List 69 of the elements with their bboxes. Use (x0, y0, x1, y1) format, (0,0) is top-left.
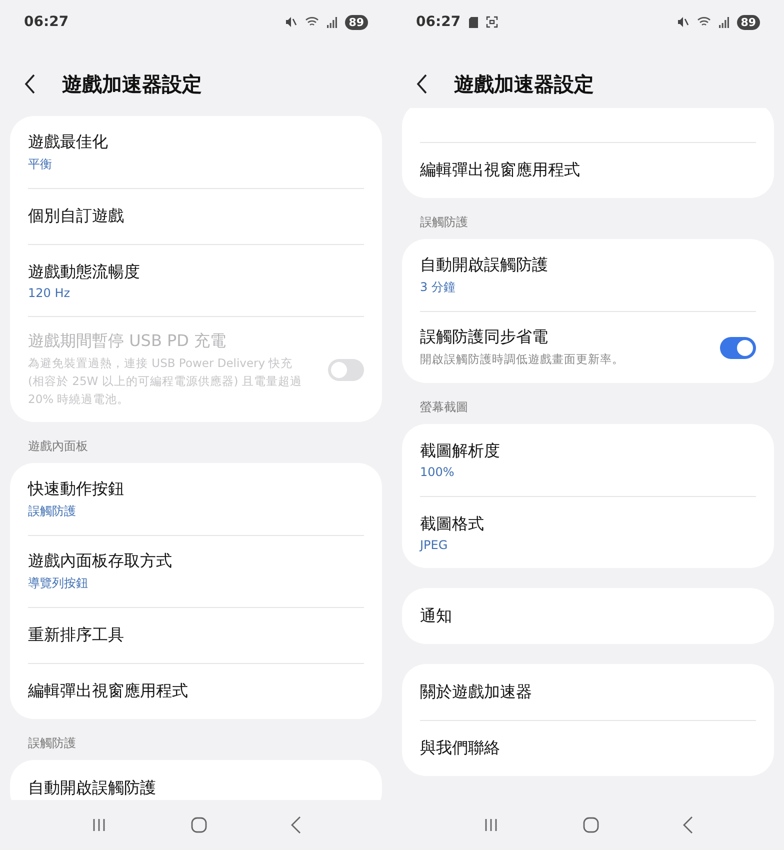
signal-icon (326, 16, 337, 28)
item-description: 為避免裝置過熱，連接 USB Power Delivery 快充 (相容於 25W 以上的可編程電源供應器) 且電量超過 20% 時繞過電池。 (28, 355, 303, 408)
chevron-left-icon (416, 74, 428, 94)
rounded-square-icon (582, 816, 600, 834)
settings-item[interactable]: 遊戲最佳化 平衡 (28, 116, 364, 188)
item-title: 個別自訂遊戲 (28, 206, 125, 227)
signal-icon (718, 16, 729, 28)
rounded-square-icon (190, 816, 208, 834)
item-value: JPEG (420, 538, 449, 552)
sd-card-icon (468, 16, 478, 28)
settings-item[interactable]: 重新排序工具 (28, 607, 364, 664)
settings-item[interactable]: 誤觸防護同步省電 開啟誤觸防護時調低遊戲畫面更新率。 (420, 311, 756, 383)
page-title: 遊戲加速器設定 (454, 70, 594, 98)
mute-icon (284, 16, 297, 28)
settings-item[interactable]: 遊戲動態流暢度 120 Hz (28, 244, 364, 316)
item-title: 通知 (420, 606, 453, 626)
item-title: 遊戲最佳化 (28, 132, 109, 152)
wifi-icon (696, 16, 711, 28)
settings-item[interactable]: 與我們聯絡 (420, 720, 756, 776)
three-lines-icon (91, 817, 108, 833)
item-title: 截圖格式 (420, 514, 485, 534)
settings-item[interactable]: 截圖格式 JPEG (420, 496, 756, 568)
toggle-switch[interactable] (720, 336, 756, 358)
item-title: 遊戲動態流暢度 (28, 262, 141, 282)
status-time: 06:27 (24, 14, 69, 30)
status-time: 06:27 (416, 14, 461, 30)
item-title: 截圖解析度 (420, 441, 501, 462)
item-title: 重新排序工具 (28, 625, 125, 646)
section-label: 螢幕截圖 (419, 399, 469, 416)
battery-level: 89 (736, 14, 760, 30)
item-value: 3 分鐘 (420, 278, 456, 296)
settings-item[interactable]: 自動開啟誤觸防護 3 分鐘 (420, 239, 756, 311)
item-title: 自動開啟誤觸防護 (28, 778, 157, 799)
item-description: 開啟誤觸防護時調低遊戲畫面更新率。 (420, 350, 625, 368)
settings-item[interactable]: 遊戲內面板存取方式 導覽列按鈕 (28, 535, 364, 608)
item-title: 遊戲期間暫停 USB PD 充電 (28, 331, 228, 352)
item-value: 導覽列按鈕 (28, 575, 89, 592)
settings-item[interactable]: 編輯彈出視窗應用程式 (420, 142, 756, 198)
three-lines-icon (483, 817, 500, 833)
section-label: 遊戲內面板 (27, 438, 89, 456)
settings-item[interactable]: 個別自訂遊戲 (28, 188, 364, 244)
item-title: 關於遊戲加速器 (420, 682, 533, 702)
item-title: 編輯彈出視窗應用程式 (420, 160, 581, 181)
item-title: 快速動作按鈕 (28, 478, 125, 500)
item-title: 編輯彈出視窗應用程式 (28, 681, 189, 702)
settings-item[interactable]: 快速動作按鈕 誤觸防護 (28, 463, 364, 536)
section-label: 誤觸防護 (27, 735, 77, 752)
settings-item[interactable]: 通知 (420, 588, 756, 644)
settings-item[interactable]: 編輯彈出視窗應用程式 (28, 663, 364, 720)
item-title: 遊戲內面板存取方式 (28, 551, 173, 572)
item-value: 平衡 (28, 156, 53, 172)
screenshot-icon (486, 16, 498, 28)
mute-icon (676, 16, 689, 28)
section-label: 誤觸防護 (419, 214, 469, 231)
settings-item[interactable]: 關於遊戲加速器 (420, 664, 756, 720)
item-value: 120 Hz (28, 286, 72, 300)
item-value: 100% (420, 465, 456, 479)
item-title: 誤觸防護同步省電 (420, 326, 549, 348)
settings-item[interactable]: 截圖解析度 100% (420, 424, 756, 496)
item-title: 與我們聯絡 (420, 738, 501, 759)
wifi-icon (304, 16, 319, 28)
chevron-left-icon (290, 816, 301, 834)
page-title: 遊戲加速器設定 (62, 70, 202, 98)
settings-item[interactable]: 自動開啟誤觸防護 (28, 760, 364, 800)
chevron-left-icon (682, 816, 693, 834)
chevron-left-icon (24, 74, 36, 94)
item-title: 自動開啟誤觸防護 (420, 254, 549, 276)
battery-level: 89 (344, 14, 368, 30)
item-value: 誤觸防護 (28, 502, 77, 520)
